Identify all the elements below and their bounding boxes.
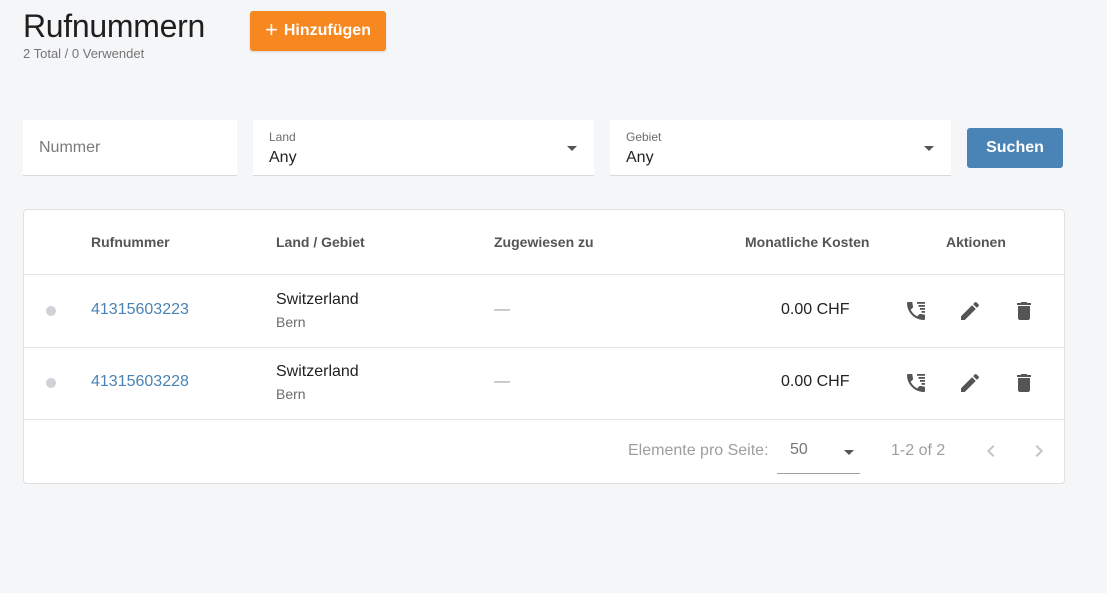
number-filter-input[interactable]: Nummer [23, 120, 237, 176]
status-dot [46, 306, 56, 316]
delete-icon[interactable] [1012, 371, 1036, 395]
page-title: Rufnummern [23, 8, 205, 44]
next-page-icon[interactable] [1027, 439, 1051, 463]
land-select-value: Any [269, 149, 297, 166]
row-divider [24, 419, 1064, 420]
page-subtitle: 2 Total / 0 Verwendet [23, 46, 145, 61]
table-row: 41315603223 Switzerland Bern — 0.00 CHF [24, 275, 1064, 347]
column-header-assigned: Zugewiesen zu [494, 234, 594, 250]
column-header-actions: Aktionen [946, 234, 1006, 250]
region-text: Bern [276, 314, 306, 330]
land-select[interactable]: Land Any [253, 120, 594, 176]
land-select-label: Land [269, 130, 296, 144]
number-link[interactable]: 41315603228 [91, 373, 189, 391]
previous-page-icon[interactable] [979, 439, 1003, 463]
area-select-label: Gebiet [626, 130, 662, 144]
cost-text: 0.00 CHF [781, 301, 850, 318]
column-header-cost: Monatliche Kosten [745, 234, 870, 250]
area-select[interactable]: Gebiet Any [610, 120, 951, 176]
assigned-text: — [494, 373, 510, 390]
column-header-country: Land / Gebiet [276, 234, 365, 250]
chevron-down-icon [567, 146, 577, 151]
chevron-down-icon [844, 450, 854, 455]
cost-text: 0.00 CHF [781, 373, 850, 390]
edit-icon[interactable] [958, 299, 982, 323]
number-filter-placeholder: Nummer [39, 139, 101, 156]
call-routing-icon[interactable] [904, 299, 928, 323]
numbers-table: Rufnummer Land / Gebiet Zugewiesen zu Mo… [23, 209, 1065, 484]
column-header-number: Rufnummer [91, 234, 170, 250]
assigned-text: — [494, 301, 510, 318]
add-button-label: Hinzufügen [283, 22, 371, 39]
search-button-label: Suchen [986, 139, 1044, 156]
chevron-down-icon [924, 146, 934, 151]
page-range: 1-2 of 2 [891, 442, 946, 459]
search-button[interactable]: Suchen [967, 128, 1063, 168]
country-text: Switzerland [276, 363, 359, 380]
items-per-page-select[interactable]: 50 [777, 434, 860, 474]
plus-icon: + [265, 17, 278, 42]
edit-icon[interactable] [958, 371, 982, 395]
delete-icon[interactable] [1012, 299, 1036, 323]
region-text: Bern [276, 386, 306, 402]
status-dot [46, 378, 56, 388]
items-per-page-value: 50 [790, 441, 808, 458]
country-text: Switzerland [276, 291, 359, 308]
call-routing-icon[interactable] [904, 371, 928, 395]
add-number-button[interactable]: + Hinzufügen [250, 11, 386, 51]
items-per-page-label: Elemente pro Seite: [628, 442, 769, 459]
number-link[interactable]: 41315603223 [91, 301, 189, 319]
area-select-value: Any [626, 149, 654, 166]
table-row: 41315603228 Switzerland Bern — 0.00 CHF [24, 347, 1064, 419]
